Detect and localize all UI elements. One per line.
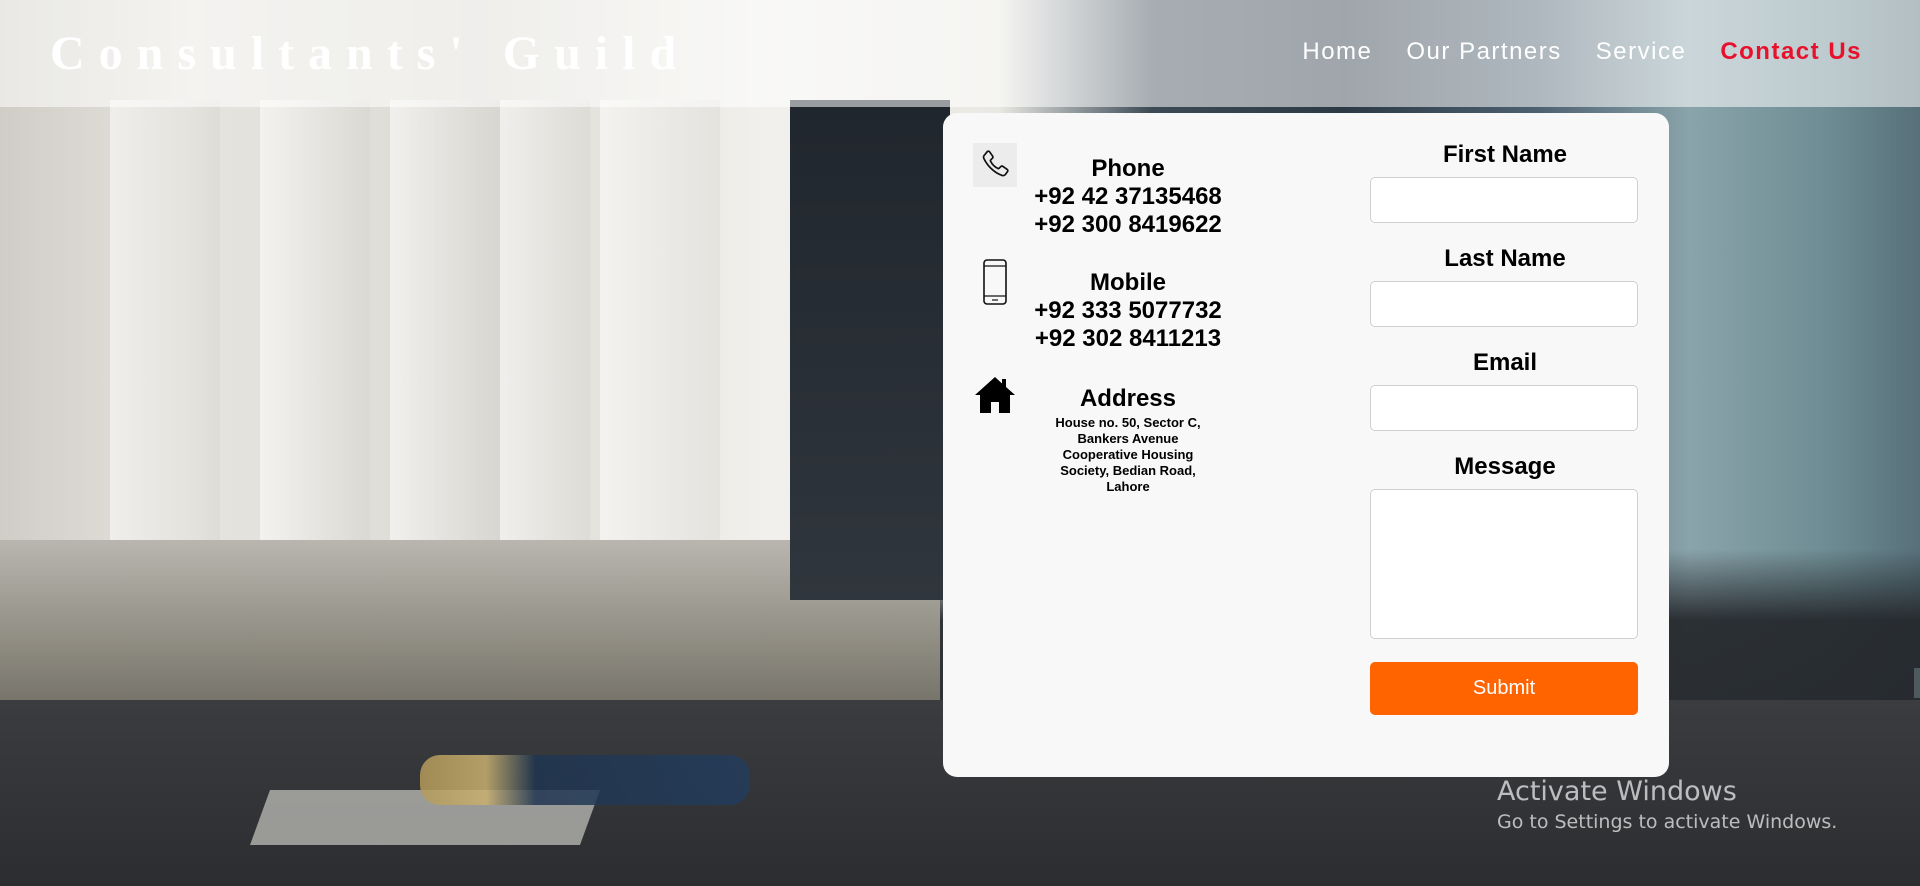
address-title: Address [1079,385,1177,412]
phone-number-2: +92 300 8419622 [1034,211,1222,238]
home-icon [973,373,1017,417]
brand-logo-text[interactable]: Consultants' Guild [50,26,690,81]
last-name-field[interactable] [1370,281,1638,327]
window-blind-slat [390,100,500,540]
page-scrollbar[interactable] [1914,0,1920,886]
phone-number-1: +92 42 37135468 [1034,183,1222,210]
phone-details: Phone +92 42 37135468 +92 300 8419622 [1028,155,1228,239]
monitor-shape [790,100,950,600]
keys-shape [420,755,750,805]
contact-card: Phone +92 42 37135468 +92 300 8419622 Mo… [943,113,1669,777]
address-details: Address House no. 50, Sector C, Bankers … [1028,385,1228,495]
window-blind-slat [600,100,720,540]
message-field[interactable] [1370,489,1638,639]
mobile-details: Mobile +92 333 5077732 +92 302 8411213 [1028,269,1228,353]
email-label: Email [1472,349,1538,376]
nav-service[interactable]: Service [1596,38,1687,66]
scrollbar-thumb[interactable] [1914,668,1920,698]
watermark-title: Activate Windows [1497,776,1737,807]
contact-form: First Name Last Name Email Message Submi… [1370,141,1640,715]
submit-button[interactable]: Submit [1370,662,1638,715]
email-field[interactable] [1370,385,1638,431]
message-label: Message [1454,453,1556,480]
window-blind-slat [260,100,370,540]
mobile-phone-icon [973,257,1017,307]
first-name-field[interactable] [1370,177,1638,223]
last-name-label: Last Name [1444,245,1566,272]
nav-contact-us[interactable]: Contact Us [1720,38,1862,66]
window-blind-slat [110,100,220,540]
mobile-title: Mobile [1090,269,1166,296]
windows-activation-watermark: Activate Windows Go to Settings to activ… [1497,775,1837,835]
address-text: House no. 50, Sector C, Bankers Avenue C… [1055,415,1201,494]
phone-handset-icon [973,143,1017,187]
nav-home[interactable]: Home [1302,38,1372,66]
first-name-label: First Name [1442,141,1568,168]
main-nav: Home Our Partners Service Contact Us [1302,38,1862,66]
mobile-number-2: +92 302 8411213 [1034,325,1222,352]
nav-our-partners[interactable]: Our Partners [1406,38,1561,66]
site-header: Consultants' Guild Home Our Partners Ser… [0,0,1920,107]
mobile-number-1: +92 333 5077732 [1034,297,1222,324]
watermark-subtitle: Go to Settings to activate Windows. [1497,811,1838,833]
window-blind-slat [500,100,590,540]
phone-title: Phone [1091,155,1165,182]
